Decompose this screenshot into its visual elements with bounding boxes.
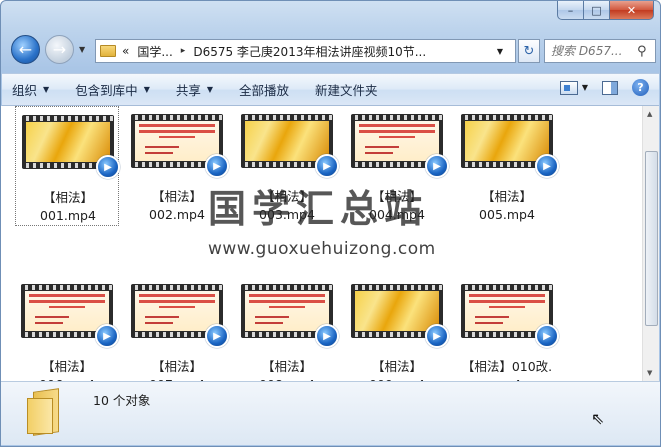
media-player-icon: ▶ [315,324,339,348]
file-name: 【相法】 001.mp4 [40,190,96,223]
media-player-icon: ▶ [205,154,229,178]
file-item[interactable]: ▶ 【相法】007.mp4 [125,276,229,396]
organize-label: 组织 [12,83,38,98]
search-box[interactable]: ⚲ [544,39,656,63]
breadcrumb-separator-icon[interactable]: ▸ [181,46,186,56]
chevron-down-icon: ▼ [143,85,150,94]
refresh-icon: ↻ [523,43,535,59]
new-folder-button[interactable]: 新建文件夹 [315,80,378,99]
address-dropdown-icon[interactable]: ▼ [497,47,503,56]
change-view-button[interactable]: ▼ [559,80,588,95]
share-button[interactable]: 共享 ▼ [176,80,213,99]
media-player-icon: ▶ [315,154,339,178]
file-item[interactable]: ▶ 【相法】009.mp4 [345,276,449,396]
command-bar: 组织 ▼ 包含到库中 ▼ 共享 ▼ 全部播放 新建文件夹 ▼ ? [2,73,659,106]
folder-icon [100,45,116,57]
breadcrumb-item[interactable]: 国学... [137,43,172,60]
media-player-icon: ▶ [205,324,229,348]
file-item[interactable]: ▶ 【相法】008.mp4 [235,276,339,396]
media-player-icon: ▶ [425,324,449,348]
search-icon[interactable]: ⚲ [637,44,647,59]
mouse-cursor-icon: ⇖ [591,409,605,428]
watermark-title: 国学汇总站 [208,187,429,231]
address-bar[interactable]: « 国学... ▸ D6575 李己庚2013年相法讲座视频10节... ▼ [95,39,516,63]
back-arrow-icon: ← [18,40,33,59]
watermark-url: www.guoxuehuizong.com [208,239,436,259]
play-all-button[interactable]: 全部播放 [239,80,289,99]
new-folder-label: 新建文件夹 [315,83,378,98]
preview-pane-icon[interactable] [602,80,618,95]
file-item[interactable]: ▶ 【相法】006.mp4 [15,276,119,396]
address-overflow-chevron[interactable]: « [122,44,129,58]
file-item[interactable]: ▶ 【相法】 005.mp4 [455,106,559,226]
forward-button[interactable]: → [45,35,74,64]
share-label: 共享 [175,83,201,98]
media-player-icon: ▶ [535,324,559,348]
include-in-library-button[interactable]: 包含到库中 ▼ [75,80,150,99]
caption-buttons: – □ ✕ [557,1,654,21]
search-input[interactable] [551,44,637,58]
view-icon [559,80,578,95]
details-pane: 10 个对象 [1,381,660,445]
media-player-icon: ▶ [95,324,119,348]
media-player-icon: ▶ [535,154,559,178]
organize-button[interactable]: 组织 ▼ [12,80,49,99]
file-item[interactable]: ▶ 【相法】 001.mp4 [15,106,120,226]
maximize-button[interactable]: □ [584,1,610,20]
navigation-bar: ← → ▼ « 国学... ▸ D6575 李己庚2013年相法讲座视频10节.… [7,31,656,65]
forward-arrow-icon: → [52,40,67,59]
back-button[interactable]: ← [11,35,40,64]
folder-icon [27,388,63,436]
vertical-scrollbar[interactable]: ▲ ▼ [642,106,659,381]
file-item[interactable]: ▶ 【相法】010改.mp4 [455,276,559,396]
scrollbar-thumb[interactable] [645,151,658,326]
help-icon[interactable]: ? [632,79,649,96]
close-button[interactable]: ✕ [610,1,654,20]
scroll-down-icon[interactable]: ▼ [647,369,652,377]
refresh-button[interactable]: ↻ [518,39,540,63]
chevron-down-icon: ▼ [581,83,588,92]
recent-pages-dropdown[interactable]: ▼ [79,45,89,54]
play-all-label: 全部播放 [239,83,290,98]
chevron-down-icon: ▼ [43,85,50,94]
include-in-library-label: 包含到库中 [75,83,138,98]
media-player-icon: ▶ [96,155,120,179]
item-count: 10 个对象 [93,393,151,408]
scroll-up-icon[interactable]: ▲ [647,110,652,118]
file-name: 【相法】 005.mp4 [479,189,535,222]
minimize-button[interactable]: – [557,1,584,20]
media-player-icon: ▶ [425,154,449,178]
breadcrumb-item-current[interactable]: D6575 李己庚2013年相法讲座视频10节... [193,43,426,60]
chevron-down-icon: ▼ [206,85,214,94]
